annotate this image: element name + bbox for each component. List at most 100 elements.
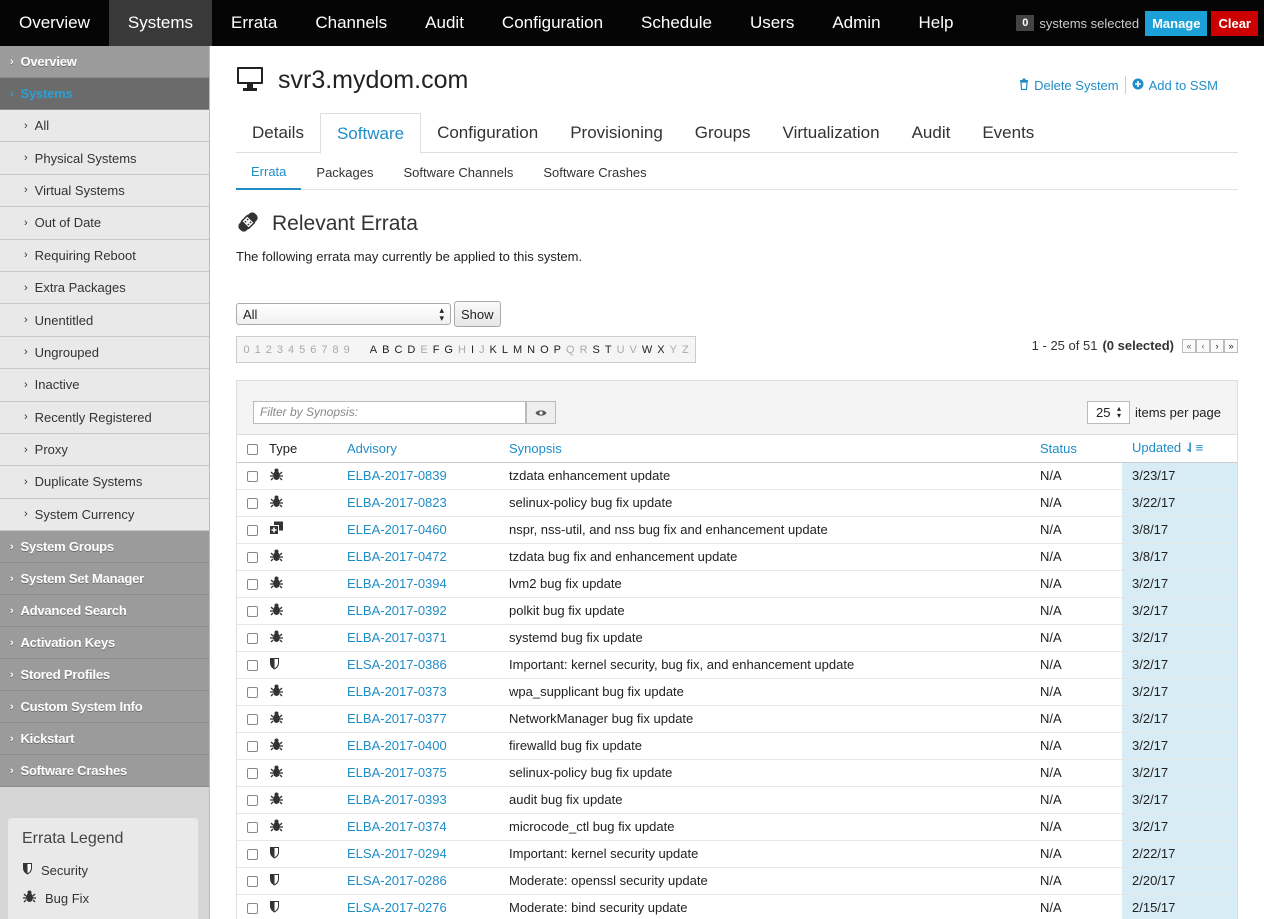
- nav-channels[interactable]: Channels: [296, 0, 406, 46]
- row-checkbox[interactable]: [237, 516, 269, 544]
- sidebar-subitem-recently-registered[interactable]: › Recently Registered: [0, 401, 209, 434]
- checkbox[interactable]: [247, 768, 258, 780]
- row-checkbox[interactable]: [237, 678, 269, 706]
- sidebar-subitem-extra-packages[interactable]: › Extra Packages: [0, 271, 209, 305]
- add-to-ssm-link[interactable]: Add to SSM: [1149, 78, 1218, 93]
- nav-configuration[interactable]: Configuration: [483, 0, 622, 46]
- nav-overview[interactable]: Overview: [0, 0, 109, 46]
- errata-type-select[interactable]: All ▴ ▾: [236, 303, 451, 325]
- alpha-letter[interactable]: N: [527, 344, 535, 356]
- row-checkbox[interactable]: [237, 705, 269, 733]
- checkbox[interactable]: [247, 552, 258, 564]
- synopsis-filter-input[interactable]: Filter by Synopsis:: [253, 401, 526, 424]
- nav-users[interactable]: Users: [731, 0, 813, 46]
- sidebar-item-kickstart[interactable]: › Kickstart: [0, 723, 209, 756]
- alpha-letter[interactable]: F: [433, 344, 440, 356]
- checkbox[interactable]: [247, 741, 258, 753]
- checkbox[interactable]: [247, 579, 258, 591]
- tab-details[interactable]: Details: [236, 113, 320, 153]
- advisory-link[interactable]: ELBA-2017-0393: [347, 792, 447, 807]
- subtab-errata[interactable]: Errata: [236, 154, 302, 190]
- alpha-letter[interactable]: P: [554, 344, 561, 356]
- sidebar-subitem-ungrouped[interactable]: › Ungrouped: [0, 336, 209, 370]
- row-checkbox[interactable]: [237, 894, 269, 919]
- nav-help[interactable]: Help: [900, 0, 973, 46]
- alpha-letter[interactable]: C: [394, 344, 402, 356]
- subtab-software-channels[interactable]: Software Channels: [389, 154, 529, 190]
- alpha-letter[interactable]: I: [471, 344, 474, 356]
- checkbox[interactable]: [247, 822, 258, 834]
- checkbox[interactable]: [247, 903, 258, 915]
- subtab-packages[interactable]: Packages: [301, 154, 388, 190]
- checkbox[interactable]: [247, 849, 258, 861]
- show-button[interactable]: Show: [454, 301, 501, 327]
- sidebar-item-overview[interactable]: › Overview: [0, 46, 209, 78]
- checkbox[interactable]: [247, 606, 258, 618]
- advisory-link[interactable]: ELBA-2017-0371: [347, 630, 447, 645]
- advisory-link[interactable]: ELSA-2017-0386: [347, 657, 447, 672]
- col-advisory[interactable]: Advisory: [347, 435, 509, 463]
- checkbox[interactable]: [247, 687, 258, 699]
- advisory-link[interactable]: ELBA-2017-0823: [347, 495, 447, 510]
- checkbox[interactable]: [247, 498, 258, 510]
- alpha-letter[interactable]: W: [642, 344, 652, 356]
- sidebar-item-software-crashes[interactable]: › Software Crashes: [0, 755, 209, 788]
- row-checkbox[interactable]: [237, 651, 269, 679]
- tab-audit[interactable]: Audit: [896, 113, 967, 153]
- row-checkbox[interactable]: [237, 624, 269, 652]
- checkbox[interactable]: [247, 660, 258, 672]
- tab-virtualization[interactable]: Virtualization: [767, 113, 896, 153]
- sidebar-item-system-groups[interactable]: › System Groups: [0, 531, 209, 564]
- advisory-link[interactable]: ELEA-2017-0460: [347, 522, 447, 537]
- alpha-letter[interactable]: T: [605, 344, 612, 356]
- row-checkbox[interactable]: [237, 732, 269, 760]
- checkbox[interactable]: [247, 876, 258, 888]
- nav-systems[interactable]: Systems: [108, 0, 213, 46]
- alpha-letter[interactable]: B: [382, 344, 389, 356]
- tab-groups[interactable]: Groups: [679, 113, 767, 153]
- alpha-letter[interactable]: M: [513, 344, 522, 356]
- alpha-letter[interactable]: X: [657, 344, 664, 356]
- col-synopsis[interactable]: Synopsis: [509, 435, 1040, 463]
- checkbox[interactable]: [247, 471, 258, 483]
- advisory-link[interactable]: ELBA-2017-0472: [347, 549, 447, 564]
- sidebar-subitem-virtual-systems[interactable]: › Virtual Systems: [0, 174, 209, 208]
- row-checkbox[interactable]: [237, 759, 269, 787]
- tab-configuration[interactable]: Configuration: [421, 113, 554, 153]
- next-page-icon[interactable]: ›: [1210, 338, 1224, 353]
- alpha-letter[interactable]: A: [370, 344, 377, 356]
- alpha-letter[interactable]: G: [444, 344, 453, 356]
- sidebar-subitem-requiring-reboot[interactable]: › Requiring Reboot: [0, 239, 209, 272]
- nav-admin[interactable]: Admin: [813, 0, 899, 46]
- prev-page-icon[interactable]: ‹: [1196, 338, 1210, 353]
- advisory-link[interactable]: ELBA-2017-0373: [347, 684, 447, 699]
- alpha-letter[interactable]: O: [540, 344, 549, 356]
- alpha-letter[interactable]: K: [490, 344, 497, 356]
- sidebar-subitem-inactive[interactable]: › Inactive: [0, 369, 209, 402]
- row-checkbox[interactable]: [237, 570, 269, 598]
- alpha-letter[interactable]: S: [593, 344, 600, 356]
- sidebar-subitem-unentitled[interactable]: › Unentitled: [0, 304, 209, 337]
- sidebar-item-advanced-search[interactable]: › Advanced Search: [0, 595, 209, 628]
- advisory-link[interactable]: ELBA-2017-0839: [347, 468, 447, 483]
- alpha-letter[interactable]: D: [407, 344, 415, 356]
- items-per-page-select[interactable]: 25 ▴ ▾: [1087, 401, 1130, 424]
- advisory-link[interactable]: ELBA-2017-0375: [347, 765, 447, 780]
- row-checkbox[interactable]: [237, 813, 269, 841]
- sidebar-item-custom-system-info[interactable]: › Custom System Info: [0, 691, 209, 724]
- advisory-link[interactable]: ELBA-2017-0377: [347, 711, 447, 726]
- advisory-link[interactable]: ELSA-2017-0286: [347, 873, 447, 888]
- row-checkbox[interactable]: [237, 543, 269, 571]
- sidebar-item-stored-profiles[interactable]: › Stored Profiles: [0, 659, 209, 692]
- advisory-link[interactable]: ELBA-2017-0392: [347, 603, 447, 618]
- row-checkbox[interactable]: [237, 489, 269, 517]
- col-updated[interactable]: Updated ⇃≡: [1122, 435, 1237, 463]
- row-checkbox[interactable]: [237, 462, 269, 490]
- delete-system-link[interactable]: Delete System: [1034, 78, 1119, 93]
- sidebar-subitem-out-of-date[interactable]: › Out of Date: [0, 207, 209, 240]
- last-page-icon[interactable]: »: [1224, 338, 1238, 353]
- row-checkbox[interactable]: [237, 840, 269, 868]
- nav-schedule[interactable]: Schedule: [622, 0, 731, 46]
- advisory-link[interactable]: ELBA-2017-0394: [347, 576, 447, 591]
- advisory-link[interactable]: ELBA-2017-0400: [347, 738, 447, 753]
